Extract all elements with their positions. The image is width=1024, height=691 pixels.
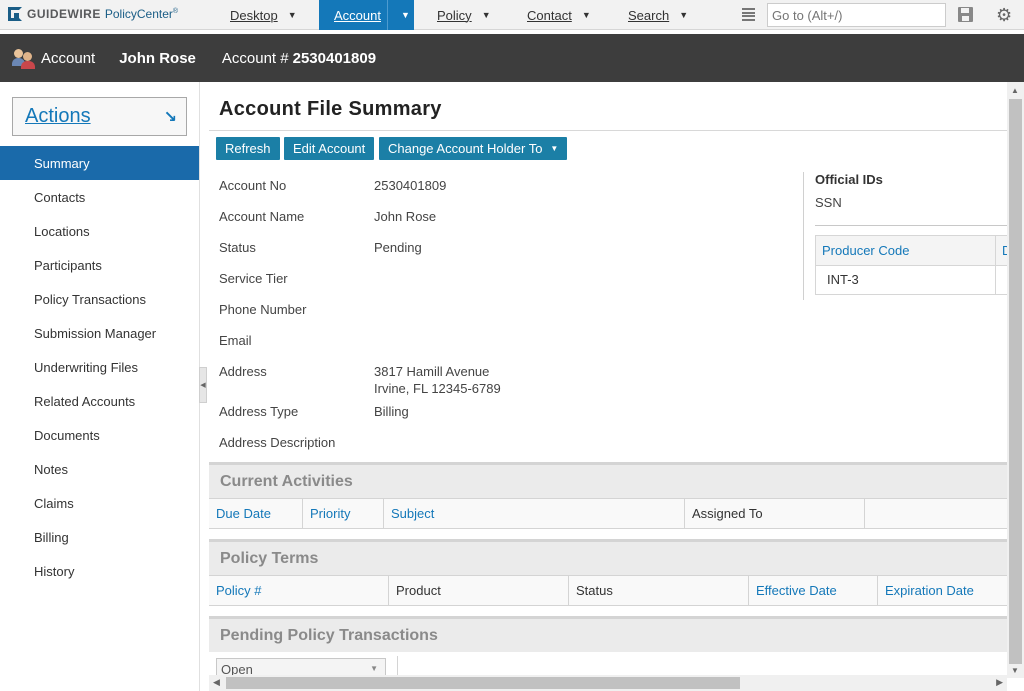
field-label-account-no: Account No	[219, 178, 287, 193]
scroll-left-icon[interactable]: ◀	[213, 677, 220, 688]
section-title: Current Activities	[209, 462, 1007, 498]
sidebar: Actions ↘ Summary Contacts Locations Par…	[0, 82, 200, 691]
sidebar-item-underwriting-files[interactable]: Underwriting Files	[0, 350, 199, 384]
table-row[interactable]: INT-3	[816, 266, 1007, 294]
brand-name: GUIDEWIRE	[27, 7, 101, 21]
table-cell: INT-3	[816, 266, 996, 294]
goto-input[interactable]	[767, 3, 946, 27]
tab-search[interactable]: Search ▼	[628, 0, 688, 30]
refresh-button[interactable]: Refresh	[216, 137, 280, 160]
field-label-status: Status	[219, 240, 256, 255]
arrow-down-right-icon: ↘	[163, 109, 177, 126]
sidebar-collapse-handle[interactable]: ◀	[199, 367, 207, 403]
page-title: Account File Summary	[219, 98, 442, 120]
sidebar-item-claims[interactable]: Claims	[0, 486, 199, 520]
sidebar-menu: Summary Contacts Locations Participants …	[0, 146, 199, 588]
chevron-down-icon[interactable]: ▼	[582, 10, 591, 20]
tab-policy[interactable]: Policy ▼	[437, 0, 491, 30]
field-label-address-type: Address Type	[219, 404, 299, 419]
policy-terms-section: Policy Terms Policy # Product Status Eff…	[209, 539, 1007, 606]
field-label-service-tier: Service Tier	[219, 271, 288, 286]
chevron-down-icon: ▼	[550, 144, 559, 153]
column-header-policy-number[interactable]: Policy #	[209, 576, 389, 606]
account-number-label: Account #	[221, 49, 289, 67]
save-icon[interactable]	[958, 7, 973, 22]
table-header: Policy # Product Status Effective Date E…	[209, 575, 1007, 606]
top-nav-bar: GUIDEWIRE PolicyCenter® Desktop ▼ Accoun…	[0, 0, 1024, 30]
section-title: Pending Policy Transactions	[209, 616, 1007, 652]
chevron-down-icon[interactable]: ▼	[288, 10, 297, 20]
tab-account[interactable]: Account ▼	[319, 0, 414, 30]
sidebar-item-locations[interactable]: Locations	[0, 214, 199, 248]
column-header-subject[interactable]: Subject	[384, 499, 685, 529]
column-header-priority[interactable]: Priority	[303, 499, 384, 529]
column-header-expiration-date[interactable]: Expiration Date	[878, 576, 1007, 606]
product-name: PolicyCenter®	[104, 7, 179, 21]
sidebar-item-policy-transactions[interactable]: Policy Transactions	[0, 282, 199, 316]
menu-icon[interactable]	[742, 8, 755, 21]
guidewire-logo-icon	[8, 7, 22, 21]
section-title: Policy Terms	[209, 539, 1007, 575]
field-label-address: Address	[219, 364, 267, 379]
chevron-down-icon[interactable]: ▼	[401, 10, 410, 20]
account-people-icon	[12, 47, 36, 69]
chevron-down-icon[interactable]: ▼	[679, 10, 688, 20]
sidebar-item-notes[interactable]: Notes	[0, 452, 199, 486]
account-label[interactable]: Account	[41, 50, 95, 67]
vertical-scrollbar[interactable]: ▲ ▼	[1007, 82, 1024, 678]
ssn-label: SSN	[815, 195, 842, 210]
scrollbar-thumb[interactable]	[226, 677, 740, 689]
official-ids-title: Official IDs	[815, 172, 883, 187]
scrollbar-thumb[interactable]	[1009, 99, 1022, 664]
chevron-down-icon[interactable]: ▼	[482, 10, 491, 20]
account-holder-name[interactable]: John Rose	[119, 50, 196, 67]
column-header-d[interactable]: D	[996, 243, 1007, 258]
tab-desktop[interactable]: Desktop ▼	[230, 0, 297, 30]
sidebar-item-documents[interactable]: Documents	[0, 418, 199, 452]
current-activities-section: Current Activities Due Date Priority Sub…	[209, 462, 1007, 529]
field-label-account-name: Account Name	[219, 209, 305, 224]
field-label-address-description: Address Description	[219, 435, 336, 450]
producer-code-table: Producer Code D INT-3	[815, 235, 1007, 295]
column-header-product: Product	[389, 576, 569, 606]
chevron-down-icon: ▼	[370, 664, 378, 673]
field-value-account-no: 2530401809	[374, 178, 447, 193]
column-header-due-date[interactable]: Due Date	[209, 499, 303, 529]
column-header-status: Status	[569, 576, 749, 606]
tab-contact[interactable]: Contact ▼	[527, 0, 591, 30]
field-value-status: Pending	[374, 240, 422, 255]
table-header: Due Date Priority Subject Assigned To	[209, 498, 1007, 529]
sidebar-item-billing[interactable]: Billing	[0, 520, 199, 554]
field-value-account-name: John Rose	[374, 209, 437, 224]
sidebar-item-submission-manager[interactable]: Submission Manager	[0, 316, 199, 350]
account-info-bar: Account John Rose Account # 2530401809	[0, 34, 1024, 82]
pending-policy-transactions-section: Pending Policy Transactions Open ▼	[209, 616, 1007, 678]
field-value-address-type: Billing	[374, 404, 409, 419]
edit-account-button[interactable]: Edit Account	[284, 137, 375, 160]
sidebar-item-related-accounts[interactable]: Related Accounts	[0, 384, 199, 418]
field-label-email: Email	[219, 333, 252, 348]
sidebar-item-summary[interactable]: Summary	[0, 146, 199, 180]
main-content: Account File Summary Refresh Edit Accoun…	[209, 82, 1007, 678]
field-value-address: 3817 Hamill Avenue Irvine, FL 12345-6789	[374, 364, 501, 396]
column-header-effective-date[interactable]: Effective Date	[749, 576, 878, 606]
column-header-assigned-to: Assigned To	[685, 499, 865, 529]
table-header: Producer Code D	[816, 235, 1007, 266]
change-account-holder-button[interactable]: Change Account Holder To ▼	[379, 137, 568, 160]
scroll-right-icon[interactable]: ▶	[996, 677, 1003, 688]
sidebar-item-history[interactable]: History	[0, 554, 199, 588]
scroll-down-icon[interactable]: ▼	[1011, 666, 1019, 675]
actions-button[interactable]: Actions ↘	[12, 97, 187, 136]
column-header-producer-code[interactable]: Producer Code	[816, 235, 996, 266]
horizontal-scrollbar[interactable]: ◀ ▶	[209, 675, 1007, 691]
sidebar-item-contacts[interactable]: Contacts	[0, 180, 199, 214]
sidebar-item-participants[interactable]: Participants	[0, 248, 199, 282]
field-label-phone-number: Phone Number	[219, 302, 307, 317]
scroll-up-icon[interactable]: ▲	[1011, 86, 1019, 95]
guidewire-logo[interactable]: GUIDEWIRE PolicyCenter®	[8, 7, 178, 21]
account-number[interactable]: 2530401809	[293, 50, 376, 67]
gear-icon[interactable]: ⚙	[996, 6, 1014, 24]
